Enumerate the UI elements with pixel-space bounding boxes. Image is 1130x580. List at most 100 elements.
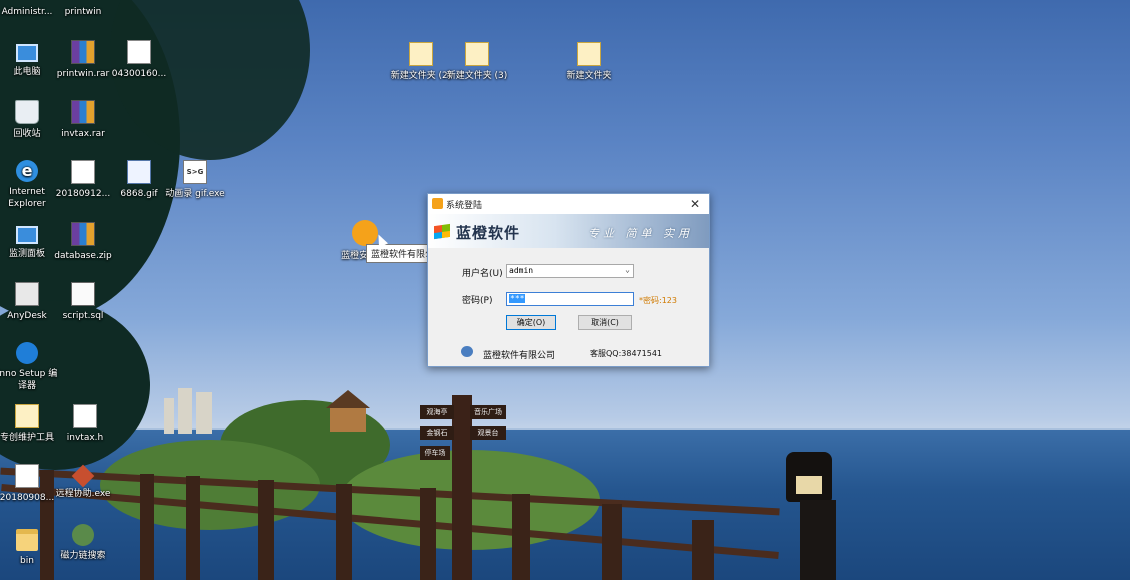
anydesk-icon xyxy=(15,282,39,306)
signpost xyxy=(452,395,472,580)
app-icon xyxy=(432,198,443,209)
computer-icon xyxy=(16,44,38,62)
desktop-icon-label: Inno Setup 编译器 xyxy=(0,369,58,391)
pavilion xyxy=(318,390,378,434)
desktop-icon-printwin[interactable]: printwin xyxy=(52,6,114,18)
application-icon: S>G xyxy=(183,160,207,184)
desktop-icon-label: script.sql xyxy=(62,311,104,321)
desktop-icon-label: 新建文件夹 (2) xyxy=(390,71,452,81)
desktop-icon-database-zip[interactable]: database.zip xyxy=(52,222,114,262)
desktop-icon-label: 远程协助.exe xyxy=(55,489,111,499)
recycle-bin-icon xyxy=(15,100,39,124)
sign: 观景台 xyxy=(470,426,506,440)
password-value: *** xyxy=(509,294,526,303)
desktop-icon-label: 04300160... xyxy=(111,69,167,79)
desktop-icon-label: 监测面板 xyxy=(8,249,45,259)
sign: 观海亭 xyxy=(420,405,454,419)
cancel-button[interactable]: 取消(C) xyxy=(578,315,632,330)
desktop-icon-gif-recorder[interactable]: S>G 动画录 gif.exe xyxy=(164,160,226,200)
desktop-icon-label: 磁力链搜索 xyxy=(60,551,106,561)
desktop-icon-magnet-search[interactable]: 磁力链搜索 xyxy=(52,524,114,562)
folder-icon xyxy=(465,42,489,66)
desktop-icon-remote-assist[interactable]: 远程协助.exe xyxy=(52,464,114,500)
username-label: 用户名(U) xyxy=(462,269,503,279)
desktop-icon-label: invtax.rar xyxy=(61,129,105,139)
brand-name: 蓝橙软件 xyxy=(456,224,521,242)
desktop-icon-label: 动画录 gif.exe xyxy=(165,189,225,199)
desktop-icon-administrator[interactable]: Administr... xyxy=(0,6,58,18)
desktop-icon-label: 20180912... xyxy=(55,189,111,199)
desktop-icon-recycle-bin[interactable]: 回收站 xyxy=(0,100,58,140)
building xyxy=(196,392,212,434)
desktop-icon-this-pc[interactable]: 此电脑 xyxy=(0,40,58,78)
desktop-icon-label: 新建文件夹 (3) xyxy=(446,71,508,81)
script-file-icon xyxy=(71,282,95,306)
close-button[interactable]: ✕ xyxy=(681,194,709,214)
document-icon xyxy=(71,160,95,184)
desktop-icon-label: 20180908... xyxy=(0,493,55,503)
desktop-icon-invtax-rar[interactable]: invtax.rar xyxy=(52,100,114,140)
desktop-icon-6868-gif[interactable]: 6868.gif xyxy=(108,160,170,200)
chevron-down-icon[interactable]: ⌄ xyxy=(625,264,630,276)
desktop-icon-label: printwin.rar xyxy=(56,69,110,79)
folder-icon xyxy=(577,42,601,66)
desktop-icon-bin-folder[interactable]: bin xyxy=(0,524,58,567)
password-label: 密码(P) xyxy=(462,296,493,306)
username-combobox[interactable]: admin ⌄ xyxy=(506,264,634,278)
desktop-icon-maintenance-tool[interactable]: 专创维护工具 xyxy=(0,404,58,444)
login-dialog: 系统登陆 ✕ 蓝橙软件 专业 简单 实用 用户名(U) admin ⌄ 密码(P… xyxy=(427,193,710,367)
desktop-icon-label: 回收站 xyxy=(13,129,41,139)
desktop-icon-label: 新建文件夹 xyxy=(566,71,612,81)
tool-icon xyxy=(15,404,39,428)
desktop-icon-monitor-panel[interactable]: 监测面板 xyxy=(0,222,58,260)
desktop-icon-invtax-h[interactable]: invtax.h xyxy=(54,404,116,444)
archive-icon xyxy=(71,222,95,246)
inno-setup-icon xyxy=(16,342,38,364)
desktop-icon-anydesk[interactable]: AnyDesk xyxy=(0,282,58,322)
lancheng-app-icon xyxy=(352,220,378,246)
windows-logo-icon xyxy=(434,223,450,240)
desktop-icon-label: 6868.gif xyxy=(120,189,158,199)
desktop-icon-label: 专创维护工具 xyxy=(0,433,54,443)
desktop-icon-label: 此电脑 xyxy=(13,67,41,77)
building xyxy=(178,388,192,434)
brand-slogan: 专业 简单 实用 xyxy=(588,227,693,240)
monitor-icon xyxy=(16,226,38,244)
archive-icon xyxy=(71,100,95,124)
archive-icon xyxy=(71,40,95,64)
password-hint: *密码:123 xyxy=(639,296,677,305)
document-icon xyxy=(15,464,39,488)
image-file-icon xyxy=(127,160,151,184)
desktop-icon-new-folder[interactable]: 新建文件夹 xyxy=(558,42,620,82)
desktop-icon-internet-explorer[interactable]: e Internet Explorer xyxy=(0,160,58,210)
file-icon xyxy=(127,40,151,64)
desktop-icon-file-0430[interactable]: 04300160... xyxy=(108,40,170,80)
sign: 音乐广场 xyxy=(470,405,506,419)
dialog-titlebar[interactable]: 系统登陆 ✕ xyxy=(428,194,709,214)
desktop-icon-printwin-rar[interactable]: printwin.rar xyxy=(52,40,114,80)
desktop-icon-file-20180908[interactable]: 20180908... xyxy=(0,464,58,504)
remote-assist-icon xyxy=(71,464,95,488)
support-contact: 客服QQ:38471541 xyxy=(590,349,663,358)
dialog-banner: 蓝橙软件 专业 简单 实用 xyxy=(428,214,709,248)
folder-icon xyxy=(409,42,433,66)
desktop-icon-file-20180912[interactable]: 20180912... xyxy=(52,160,114,200)
password-field[interactable]: *** xyxy=(506,292,634,306)
sign: 停车场 xyxy=(420,446,450,460)
folder-icon xyxy=(16,529,38,551)
desktop-icon-label: invtax.h xyxy=(66,433,104,443)
building xyxy=(164,398,174,434)
ok-button[interactable]: 确定(O) xyxy=(506,315,556,330)
desktop-icon-new-folder-3[interactable]: 新建文件夹 (3) xyxy=(446,42,508,82)
desktop-icon-script-sql[interactable]: script.sql xyxy=(52,282,114,322)
desktop-icon-label: bin xyxy=(20,556,34,566)
username-value: admin xyxy=(509,266,534,275)
desktop-icon-label: Internet Explorer xyxy=(8,187,46,209)
desktop-icon-inno-setup[interactable]: Inno Setup 编译器 xyxy=(0,342,58,392)
sign: 金钢石 xyxy=(420,426,454,440)
desktop-icon-new-folder-2[interactable]: 新建文件夹 (2) xyxy=(390,42,452,82)
dialog-title: 系统登陆 xyxy=(446,201,483,211)
desktop-icon-label: Administr... xyxy=(1,7,53,17)
desktop-icon-label: printwin xyxy=(64,7,102,17)
lamp-glass xyxy=(796,476,822,494)
